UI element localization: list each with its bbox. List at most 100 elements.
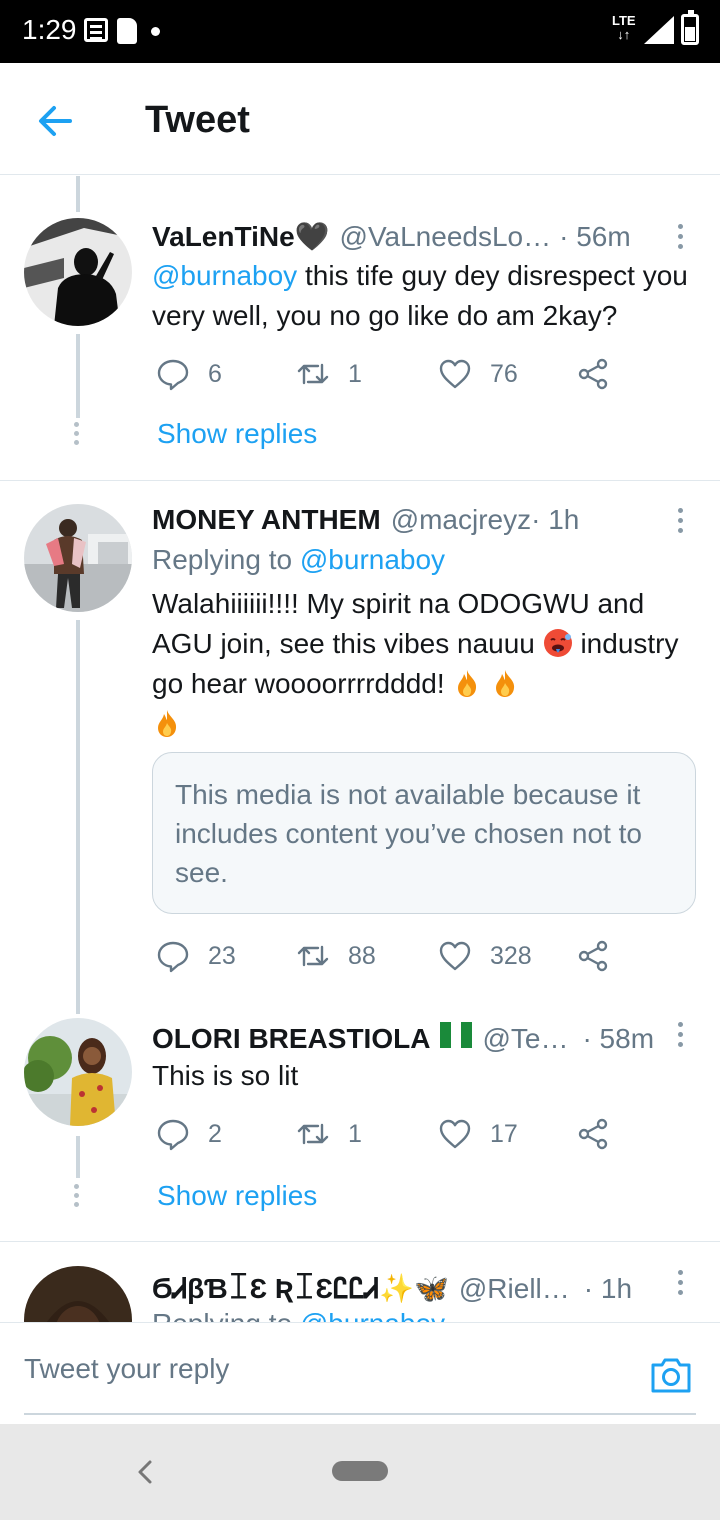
tweet-text: @burnaboy this tife guy dey disrespect y… — [152, 260, 688, 331]
divider — [0, 480, 720, 481]
more-options-icon[interactable] — [672, 508, 688, 538]
nav-home-pill[interactable] — [332, 1461, 388, 1481]
thread-line — [76, 176, 80, 212]
reply-icon — [157, 1119, 189, 1151]
hot-face-emoji — [543, 628, 573, 658]
reply-button[interactable]: 23 — [156, 936, 236, 976]
show-replies-link[interactable]: Show replies — [157, 418, 317, 450]
thread-line — [76, 334, 80, 418]
retweet-count: 1 — [348, 1119, 362, 1148]
notification-dot-icon — [151, 27, 160, 36]
thread-line — [76, 1136, 80, 1178]
tweet-header: ϬᏗβƁꀤƐ ƦꀤƐᏝᏝᏗ✨🦋 @Riell… · 1h — [152, 1268, 632, 1306]
like-button[interactable]: 76 — [438, 354, 518, 394]
tweet-text: This is so lit — [152, 1060, 299, 1091]
more-options-icon[interactable] — [672, 1022, 688, 1052]
like-button[interactable]: 17 — [438, 1114, 518, 1154]
mention-link[interactable]: @burnaboy — [300, 1308, 445, 1322]
reply-icon — [157, 941, 189, 973]
network-type-label: LTE ↓↑ — [612, 13, 636, 42]
system-nav-bar — [0, 1424, 720, 1520]
like-count: 76 — [490, 359, 518, 388]
reply-count: 2 — [208, 1119, 222, 1148]
show-replies-link[interactable]: Show replies — [157, 1180, 317, 1212]
reply-button[interactable]: 2 — [156, 1114, 222, 1154]
fire-emoji — [452, 668, 482, 698]
reply-input[interactable]: Tweet your reply — [24, 1353, 584, 1385]
tweet-actions: 6 1 76 — [152, 354, 632, 394]
avatar[interactable] — [24, 504, 132, 612]
like-count: 328 — [490, 941, 532, 970]
tweet-actions: 2 1 17 — [152, 1114, 632, 1154]
heart-icon — [439, 941, 471, 971]
retweet-icon — [297, 945, 329, 967]
more-options-icon[interactable] — [672, 1270, 688, 1300]
tweet-time: · 56m — [559, 221, 631, 252]
retweet-count: 88 — [348, 941, 376, 970]
tweet-time: · 1h — [531, 504, 580, 535]
reply-input-underline — [24, 1413, 696, 1415]
retweet-icon — [297, 1123, 329, 1145]
avatar[interactable] — [24, 218, 132, 326]
signal-icon — [644, 16, 674, 44]
fire-emoji — [490, 668, 520, 698]
tweet-header: VaLenTiNe🖤 @VaLneedsLo… · 56m — [152, 220, 631, 253]
share-button[interactable] — [576, 936, 610, 976]
reply-button[interactable]: 6 — [156, 354, 222, 394]
news-notification-icon — [84, 18, 108, 42]
more-options-icon[interactable] — [672, 224, 688, 254]
tweet-header: OLORI BREASTIOLA @Te… · 58m — [152, 1022, 654, 1055]
tweet-header: MONEY ANTHEM @macjreyz · 1h — [152, 504, 579, 536]
share-icon — [578, 940, 608, 972]
user-name[interactable]: MONEY ANTHEM — [152, 504, 381, 536]
user-handle[interactable]: @macjreyz — [391, 504, 531, 536]
tweet-actions: 23 88 328 — [152, 936, 632, 976]
user-name[interactable]: ϬᏗβƁꀤƐ ƦꀤƐᏝᏝᏗ✨🦋 — [152, 1268, 449, 1306]
thread-line — [76, 620, 80, 1014]
reply-composer: Tweet your reply — [0, 1322, 720, 1424]
page-title: Tweet — [145, 99, 250, 141]
nigeria-flag-icon — [440, 1022, 473, 1048]
user-name[interactable]: OLORI BREASTIOLA — [152, 1023, 430, 1055]
share-icon — [578, 1118, 608, 1150]
like-button[interactable]: 328 — [438, 936, 532, 976]
retweet-button[interactable]: 1 — [296, 1114, 362, 1154]
heart-icon — [439, 359, 471, 389]
share-button[interactable] — [576, 1114, 610, 1154]
avatar[interactable] — [24, 1018, 132, 1126]
tweet-time: · 58m — [582, 1023, 655, 1054]
reply-count: 6 — [208, 359, 222, 388]
divider — [0, 1241, 720, 1242]
status-bar: 1:29 LTE ↓↑ — [0, 0, 720, 63]
camera-icon[interactable] — [650, 1355, 692, 1395]
reply-count: 23 — [208, 941, 236, 970]
fire-emoji — [152, 708, 182, 738]
tweet-time: · 1h — [583, 1273, 633, 1304]
media-unavailable-notice[interactable]: This media is not available because it i… — [152, 752, 696, 914]
share-button[interactable] — [576, 354, 610, 394]
user-handle[interactable]: @Riell… — [459, 1273, 570, 1305]
mention-link[interactable]: @burnaboy — [300, 544, 445, 575]
user-handle[interactable]: @Te… — [482, 1023, 568, 1055]
replying-to: Replying to @burnaboy — [152, 544, 446, 575]
tweet-feed[interactable]: VaLenTiNe🖤 @VaLneedsLo… · 56m @burnaboy … — [0, 176, 720, 1322]
thread-dots — [74, 422, 80, 449]
user-name[interactable]: VaLenTiNe🖤 — [152, 220, 330, 253]
heart-icon — [439, 1119, 471, 1149]
back-arrow-icon[interactable] — [32, 97, 80, 145]
status-time: 1:29 — [22, 14, 77, 45]
battery-icon — [681, 10, 699, 45]
retweet-count: 1 — [348, 359, 362, 388]
nav-back-icon[interactable] — [132, 1454, 156, 1490]
retweet-button[interactable]: 1 — [296, 354, 362, 394]
retweet-button[interactable]: 88 — [296, 936, 376, 976]
share-icon — [578, 358, 608, 390]
thread-dots — [74, 1184, 80, 1211]
sd-card-icon — [117, 18, 137, 44]
reply-icon — [157, 359, 189, 391]
replying-to: Replying to @burnaboy — [152, 1308, 445, 1322]
app-header: Tweet — [0, 63, 720, 175]
mention-link[interactable]: @burnaboy — [152, 260, 297, 291]
user-handle[interactable]: @VaLneedsLo… — [340, 221, 552, 253]
avatar[interactable] — [24, 1266, 132, 1322]
